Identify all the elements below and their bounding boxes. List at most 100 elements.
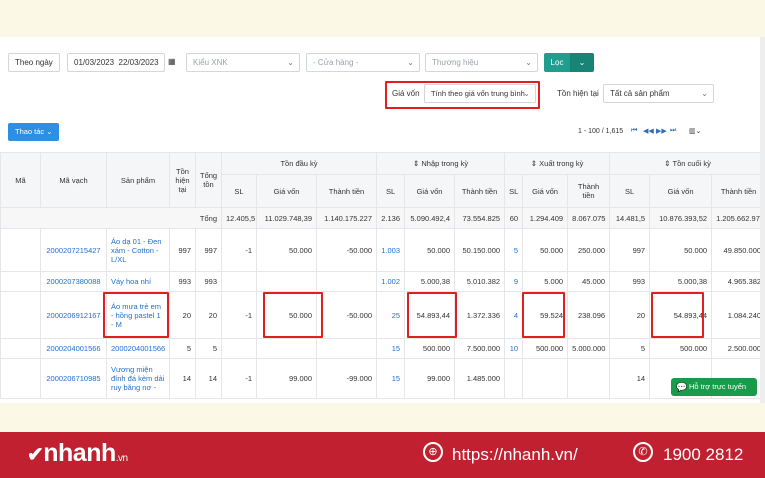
value-cell: 50.000 [404,228,456,272]
value-cell: 50.000 [522,228,569,272]
scrollbar[interactable] [760,37,765,403]
col-gia-von: Giá vốn [522,174,569,208]
value-cell: 99.000 [256,358,317,399]
product-link[interactable]: Vương miện đính đá kèm dải ruy băng nơ - [106,358,170,399]
value-cell[interactable]: 1.003 [376,228,406,272]
value-cell: 500.000 [404,338,456,359]
value-cell: -1 [221,358,257,399]
value-cell: 5.000 [522,271,569,292]
group-xuat[interactable]: ⇕ Xuất trong kỳ [504,152,611,175]
total-cell: 12.405,5 [221,207,257,229]
value-cell[interactable]: 25 [376,291,406,339]
barcode-link[interactable]: 2000207380088 [40,271,107,292]
highlight-product [103,292,169,338]
value-cell: 50.150.000 [454,228,506,272]
value-cell: 5.010.382 [454,271,506,292]
value-cell: 993 [609,271,651,292]
first-page-icon[interactable]: ⏮ [631,127,637,135]
barcode-link[interactable]: 2000206710985 [40,358,107,399]
table-row[interactable]: 2000207215427 Áo dạ 01 - Đen xám - Cotton… [0,228,765,272]
totals-label: Tổng [0,207,222,229]
total-stock: 997 [195,228,222,272]
next-page-icon[interactable]: ▶▶ [656,127,667,135]
calendar-icon[interactable]: ▦ [168,57,176,66]
row-code [0,358,41,399]
table-row[interactable]: 2000204001566 2000204001566 5 5 15 500.000 7.5… [0,338,765,359]
value-cell[interactable]: 9 [504,271,524,292]
product-link[interactable]: 2000204001566 [106,338,170,359]
value-cell[interactable]: 4 [504,291,524,339]
value-cell[interactable]: 15 [376,358,406,399]
cost-method-select[interactable]: Tính theo giá vốn trung bình ⌄ [424,84,536,103]
prev-page-icon[interactable]: ◀◀ [643,127,654,135]
phone-icon: ✆ [633,442,653,462]
date-range-input[interactable]: 01/03/2023 22/03/2023 [67,53,165,72]
period-select[interactable]: Theo ngày ⌄ [8,53,60,72]
total-cell: 1.294.409 [522,207,569,229]
value-cell: 5.000,38 [404,271,456,292]
support-chat-button[interactable]: 💬 Hỗ trợ trực tuyến [671,378,757,396]
value-cell [221,338,257,359]
product-link[interactable]: Váy hoa nhí [106,271,170,292]
total-cell: 1.140.175.227 [315,207,378,229]
value-cell [315,271,378,292]
pagination-text: 1 - 100 / 1,615 [578,128,624,135]
value-cell[interactable]: 5 [504,228,524,272]
chevron-down-icon: ⌄ [407,58,414,67]
store-select[interactable]: - Cửa hàng - ⌄ [306,53,420,72]
value-cell: 20 [609,291,651,339]
value-cell: 99.000 [404,358,456,399]
value-cell[interactable]: 15 [376,338,406,359]
value-cell: 14 [609,358,651,399]
highlight-closing-cost [651,292,704,338]
barcode-link[interactable]: 2000206912167 [40,291,107,339]
brand-select[interactable]: Thương hiệu ⌄ [425,53,538,72]
footer-phone[interactable]: 1900 2812 [663,445,743,465]
table-row[interactable]: 2000207380088 Váy hoa nhí 993 993 1.002 5.000… [0,271,765,292]
group-ton-cuoi-ky[interactable]: ⇕ Tồn cuối kỳ [609,152,765,175]
value-cell[interactable]: 10 [504,338,524,359]
inventory-table: Mã Mã vạch Sản phẩm Tồn hiện tại Tổng tồ… [0,152,765,399]
barcode-link[interactable]: 2000207215427 [40,228,107,272]
action-button[interactable]: Thao tác ⌄ [8,123,59,141]
logo-icon: ✔ [27,444,44,466]
last-page-icon[interactable]: ⏭ [670,127,676,135]
row-code [0,291,41,339]
chevron-down-icon: ⌄ [701,89,708,98]
value-cell [256,271,317,292]
value-cell [567,358,611,399]
filter-button[interactable]: Lọc [544,53,570,72]
total-cell: 2.136 [376,207,406,229]
value-cell: -50.000 [315,291,378,339]
value-cell[interactable]: 1.002 [376,271,406,292]
xnk-select[interactable]: Kiểu XNK ⌄ [186,53,300,72]
footer-url[interactable]: https://nhanh.vn/ [452,445,578,465]
col-ma-vach: Mã vạch [40,152,107,208]
current-stock: 993 [169,271,196,292]
columns-icon[interactable]: ▥⌄ [689,127,701,135]
total-stock: 993 [195,271,222,292]
row-code [0,338,41,359]
value-cell: 45.000 [567,271,611,292]
table-row[interactable]: 2000206710985 Vương miện đính đá kèm dải … [0,358,765,399]
total-cell: 60 [504,207,524,229]
value-cell [221,271,257,292]
value-cell[interactable] [504,358,524,399]
stock-select[interactable]: Tất cả sản phẩm ⌄ [603,84,714,103]
col-gia-von: Giá vốn [649,174,713,208]
col-sl: SL [504,174,524,208]
col-thanh-tien: Thành tiền [454,174,506,208]
barcode-link[interactable]: 2000204001566 [40,338,107,359]
value-cell: 500.000 [649,338,713,359]
chevron-down-icon: ⌄ [525,58,532,67]
value-cell: 997 [609,228,651,272]
group-nhap[interactable]: ⇕ Nhập trong kỳ [376,152,506,175]
value-cell: 1.372.336 [454,291,506,339]
chat-icon: 💬 [676,382,688,392]
product-link[interactable]: Áo dạ 01 - Đen xám - Cotton - L/XL [106,228,170,272]
filter-dropdown-button[interactable]: ⌄ [570,53,594,72]
current-stock: 5 [169,338,196,359]
col-san-pham: Sản phẩm [106,152,170,208]
globe-icon: ⊕ [423,442,443,462]
value-cell [522,358,569,399]
